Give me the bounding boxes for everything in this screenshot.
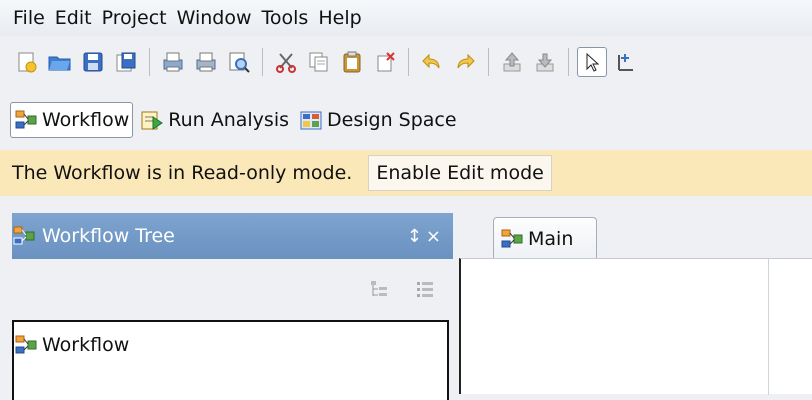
paste-icon[interactable] (337, 47, 367, 77)
save-icon[interactable] (78, 47, 108, 77)
workflow-icon (501, 229, 523, 247)
canvas-divider (768, 259, 769, 395)
menu-bar: File Edit Project Window Tools Help (0, 0, 812, 36)
workflow-icon (15, 110, 37, 129)
workflow-tree-tools (12, 262, 453, 316)
print-icon[interactable] (191, 47, 221, 77)
menu-tools[interactable]: Tools (257, 0, 314, 36)
menu-help[interactable]: Help (313, 0, 366, 36)
redo-icon[interactable] (450, 47, 480, 77)
tab-main-label: Main (528, 227, 574, 250)
cut-icon[interactable] (271, 47, 301, 77)
save-all-icon[interactable] (111, 47, 141, 77)
toolbar-separator (149, 48, 150, 76)
design-space-view-label: Design Space (327, 109, 457, 131)
print-preview-icon[interactable] (224, 47, 254, 77)
design-space-icon (300, 111, 322, 130)
menu-project[interactable]: Project (97, 0, 172, 36)
toolbar-separator (568, 48, 569, 76)
workflow-canvas[interactable] (459, 258, 812, 395)
delete-icon[interactable] (370, 47, 400, 77)
collapse-all-icon[interactable] (415, 279, 435, 299)
editor-tab-bar: Main (459, 213, 812, 259)
workflow-icon (13, 226, 35, 245)
close-icon[interactable]: × (426, 226, 441, 247)
align-icon[interactable] (610, 47, 640, 77)
pin-icon[interactable]: ↕ (407, 226, 422, 247)
main-toolbar (0, 38, 812, 86)
copy-icon[interactable] (304, 47, 334, 77)
new-file-icon[interactable] (12, 47, 42, 77)
move-down-icon[interactable] (530, 47, 560, 77)
tab-main[interactable]: Main (493, 217, 597, 259)
run-analysis-icon (141, 111, 164, 130)
toolbar-separator (262, 48, 263, 76)
tree-node-workflow[interactable]: Workflow (14, 334, 447, 356)
expand-all-icon[interactable] (369, 279, 389, 299)
workflow-tree: Workflow (12, 320, 449, 400)
run-analysis-view-button[interactable]: Run Analysis (137, 102, 292, 138)
menu-edit[interactable]: Edit (50, 0, 97, 36)
read-only-message: The Workflow is in Read-only mode. (12, 162, 353, 184)
workflow-tree-header: Workflow Tree ↕ × (12, 213, 453, 259)
workflow-view-label: Workflow (42, 109, 130, 131)
move-up-icon[interactable] (497, 47, 527, 77)
workflow-icon (15, 335, 37, 354)
toolbar-separator (408, 48, 409, 76)
print-setup-icon[interactable] (158, 47, 188, 77)
tree-node-label: Workflow (42, 334, 130, 356)
workflow-tree-title: Workflow Tree (42, 225, 175, 247)
design-space-view-button[interactable]: Design Space (296, 102, 460, 138)
menu-window[interactable]: Window (172, 0, 257, 36)
open-folder-icon[interactable] (45, 47, 75, 77)
select-pointer-icon[interactable] (577, 47, 607, 77)
view-switcher: Workflow Run Analysis Design Space (0, 100, 812, 140)
undo-icon[interactable] (417, 47, 447, 77)
menu-file[interactable]: File (0, 0, 50, 36)
run-analysis-view-label: Run Analysis (168, 109, 290, 131)
workflow-view-button[interactable]: Workflow (10, 102, 134, 138)
toolbar-separator (488, 48, 489, 76)
enable-edit-mode-button[interactable]: Enable Edit mode (368, 155, 552, 191)
read-only-banner: The Workflow is in Read-only mode. Enabl… (0, 150, 812, 196)
